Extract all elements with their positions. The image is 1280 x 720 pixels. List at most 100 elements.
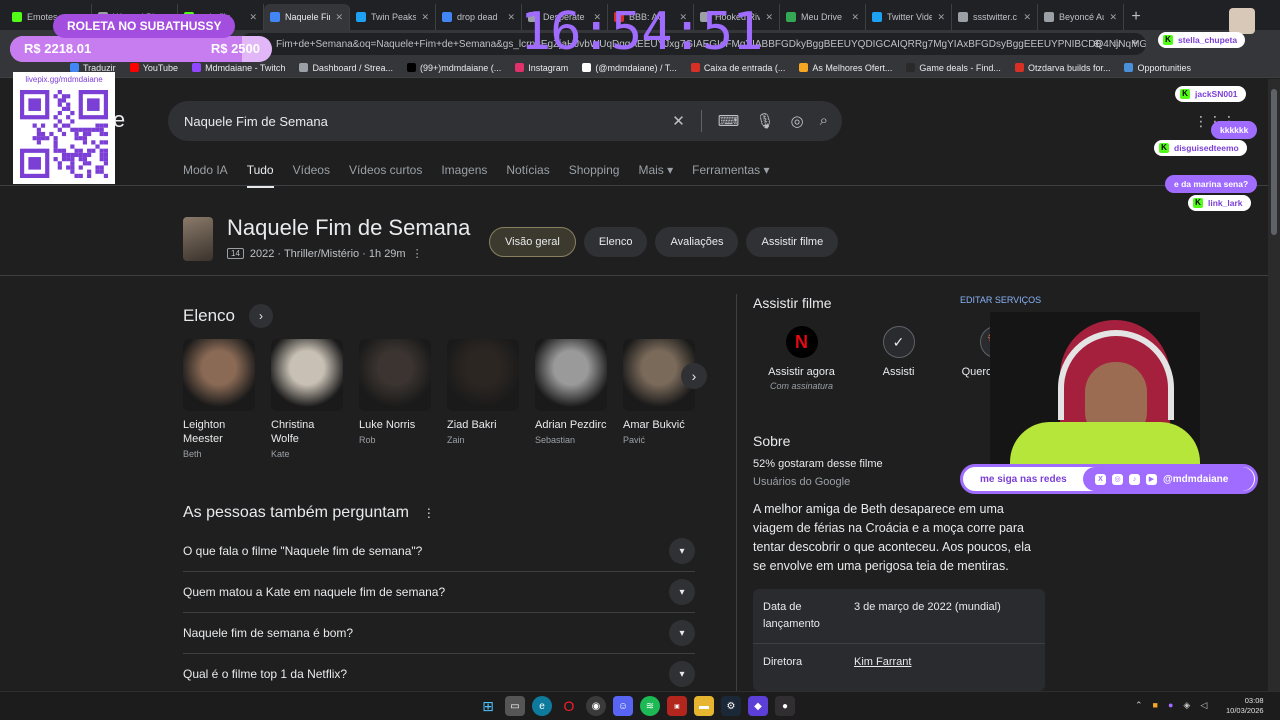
cast-member[interactable]: Ziad Bakri Zain bbox=[447, 339, 519, 459]
scroll-thumb[interactable] bbox=[1271, 89, 1277, 235]
more-options-icon[interactable]: ⋮ bbox=[423, 506, 435, 520]
discord-icon[interactable]: ☺ bbox=[613, 696, 633, 716]
more-options-icon[interactable]: ⋮ bbox=[412, 247, 423, 260]
file-explorer-icon[interactable]: ▬ bbox=[694, 696, 714, 716]
browser-tab[interactable]: Meu Drive ✕ bbox=[780, 4, 866, 30]
close-icon[interactable]: ✕ bbox=[249, 12, 257, 23]
bookmark-item[interactable]: Dashboard / Strea... bbox=[299, 63, 393, 73]
obs-icon[interactable]: ● bbox=[775, 696, 795, 716]
browser-tab[interactable]: drop dead ✕ bbox=[436, 4, 522, 30]
search-icon[interactable]: ⌕ bbox=[820, 112, 828, 132]
movie-chip[interactable]: Avaliações bbox=[655, 227, 739, 257]
clear-icon[interactable]: ✕ bbox=[672, 112, 685, 132]
movie-chip[interactable]: Elenco bbox=[583, 227, 648, 257]
browser-tab[interactable]: Twin Peaks: ✕ bbox=[350, 4, 436, 30]
volume-icon[interactable]: ◁ bbox=[1200, 700, 1207, 711]
chevron-right-icon[interactable]: › bbox=[248, 304, 273, 328]
director-link[interactable]: Kim Farrant bbox=[854, 654, 911, 671]
chevron-down-icon[interactable]: ▾ bbox=[669, 661, 695, 687]
chevron-down-icon[interactable]: ▾ bbox=[669, 620, 695, 646]
movie-poster[interactable] bbox=[183, 217, 213, 261]
bookmark-item[interactable]: Opportunities bbox=[1124, 63, 1191, 73]
zoom-icon[interactable]: ⊕ bbox=[1093, 37, 1102, 50]
cast-photo[interactable] bbox=[271, 339, 343, 411]
browser-tab[interactable]: Twitter Vide ✕ bbox=[866, 4, 952, 30]
bookmark-item[interactable]: Instagram bbox=[515, 63, 568, 73]
search-query[interactable]: Naquele Fim de Semana bbox=[184, 114, 328, 129]
cast-name[interactable]: Luke Norris bbox=[359, 418, 431, 432]
browser-tab[interactable]: ssstwitter.c ✕ bbox=[952, 4, 1038, 30]
watch-service[interactable]: ✓ Assisti bbox=[850, 326, 947, 391]
app-icon[interactable]: ◆ bbox=[748, 696, 768, 716]
bookmark-item[interactable]: (99+)mdmdaiane (... bbox=[406, 63, 501, 73]
cast-member[interactable]: Christina Wolfe Kate bbox=[271, 339, 343, 459]
close-icon[interactable]: ✕ bbox=[507, 12, 515, 23]
cast-name[interactable]: Christina Wolfe bbox=[271, 418, 343, 446]
bookmark-item[interactable]: Caixa de entrada (... bbox=[690, 63, 785, 73]
spotify-icon[interactable]: ≋ bbox=[640, 696, 660, 716]
cast-name[interactable]: Ziad Bakri bbox=[447, 418, 519, 432]
bookmark-star-icon[interactable]: ☆ bbox=[1112, 37, 1122, 50]
new-tab-button[interactable]: + bbox=[1124, 4, 1148, 30]
cast-photo[interactable] bbox=[359, 339, 431, 411]
lens-icon[interactable]: ◎ bbox=[791, 112, 804, 132]
browser-tab[interactable]: Beyoncé Au ✕ bbox=[1038, 4, 1124, 30]
search-box[interactable]: Naquele Fim de Semana ✕ ⌨ 🎙 ◎ ⌕ bbox=[168, 101, 842, 141]
windows-start-icon[interactable]: ⊞ bbox=[478, 696, 498, 716]
page-scrollbar[interactable] bbox=[1268, 79, 1280, 691]
chevron-down-icon[interactable]: ▾ bbox=[669, 538, 695, 564]
cast-name[interactable]: Adrian Pezdirc bbox=[535, 418, 607, 432]
keyboard-icon[interactable]: ⌨ bbox=[718, 112, 740, 132]
cast-photo[interactable] bbox=[535, 339, 607, 411]
question-row[interactable]: Naquele fim de semana é bom? ▾ bbox=[183, 613, 695, 654]
edit-services-link[interactable]: EDITAR SERVIÇOS bbox=[960, 295, 1041, 305]
chrome-icon[interactable]: ◉ bbox=[586, 696, 606, 716]
task-view-icon[interactable]: ▭ bbox=[505, 696, 525, 716]
cast-heading[interactable]: Elenco › bbox=[183, 304, 273, 328]
cast-member[interactable]: Adrian Pezdirc Sebastian bbox=[535, 339, 607, 459]
taskbar-clock[interactable]: 03:08 10/03/2026 bbox=[1226, 696, 1264, 716]
browser-tab[interactable]: Naquele Fim ✕ bbox=[264, 4, 350, 30]
network-icon[interactable]: ◈ bbox=[1183, 700, 1190, 711]
cast-photo[interactable] bbox=[183, 339, 255, 411]
carousel-next-button[interactable]: › bbox=[681, 363, 707, 389]
cast-photo[interactable] bbox=[447, 339, 519, 411]
cast-name[interactable]: Leighton Meester bbox=[183, 418, 255, 446]
opera-icon[interactable]: O bbox=[559, 696, 579, 716]
close-icon[interactable]: ✕ bbox=[851, 12, 859, 23]
bookmark-item[interactable]: As Melhores Ofert... bbox=[799, 63, 892, 73]
close-icon[interactable]: ✕ bbox=[335, 12, 343, 23]
bookmark-item[interactable]: Game deals - Find... bbox=[906, 63, 1001, 73]
watch-service[interactable]: N Assistir agora Com assinatura bbox=[753, 326, 850, 391]
bookmark-item[interactable]: Mdmdaiane - Twitch bbox=[192, 63, 285, 73]
question-row[interactable]: Qual é o filme top 1 da Netflix? ▾ bbox=[183, 654, 695, 695]
close-icon[interactable]: ✕ bbox=[1023, 12, 1031, 23]
media-app-icon[interactable]: ▣ bbox=[667, 696, 687, 716]
cast-member[interactable]: Leighton Meester Beth bbox=[183, 339, 255, 459]
steam-icon[interactable]: ⚙ bbox=[721, 696, 741, 716]
chevron-down-icon[interactable]: ▾ bbox=[669, 579, 695, 605]
bookmark-item[interactable]: Traduzir bbox=[70, 63, 116, 73]
netflix-icon[interactable]: N bbox=[785, 326, 818, 358]
edge-icon[interactable]: e bbox=[532, 696, 552, 716]
question-row[interactable]: Quem matou a Kate em naquele fim de sema… bbox=[183, 572, 695, 613]
bookmark-item[interactable]: (@mdmdaiane) / T... bbox=[582, 63, 677, 73]
profile-avatar[interactable] bbox=[1229, 8, 1255, 34]
question-row[interactable]: O que fala o filme "Naquele fim de seman… bbox=[183, 531, 695, 572]
close-icon[interactable]: ✕ bbox=[937, 12, 945, 23]
tray-expand-icon[interactable]: ⌃ bbox=[1135, 700, 1143, 711]
close-icon[interactable]: ✕ bbox=[765, 12, 773, 23]
cast-name[interactable]: Amar Bukvić bbox=[623, 418, 695, 432]
bookmark-item[interactable]: YouTube bbox=[129, 63, 178, 73]
tray-app-icon[interactable]: ● bbox=[1168, 700, 1173, 711]
tray-app-icon[interactable]: ■ bbox=[1153, 700, 1158, 711]
movie-chip[interactable]: Assistir filme bbox=[746, 227, 839, 257]
microphone-icon[interactable]: 🎙 bbox=[755, 112, 774, 132]
location-icon[interactable]: ⌖ bbox=[1132, 37, 1138, 50]
close-icon[interactable]: ✕ bbox=[1109, 12, 1117, 23]
bookmark-item[interactable]: Otzdarva builds for... bbox=[1014, 63, 1110, 73]
close-icon[interactable]: ✕ bbox=[421, 12, 429, 23]
movie-chip[interactable]: Visão geral bbox=[489, 227, 576, 257]
cast-member[interactable]: Amar Bukvić Pavić bbox=[623, 339, 695, 459]
check-icon[interactable]: ✓ bbox=[882, 326, 915, 358]
